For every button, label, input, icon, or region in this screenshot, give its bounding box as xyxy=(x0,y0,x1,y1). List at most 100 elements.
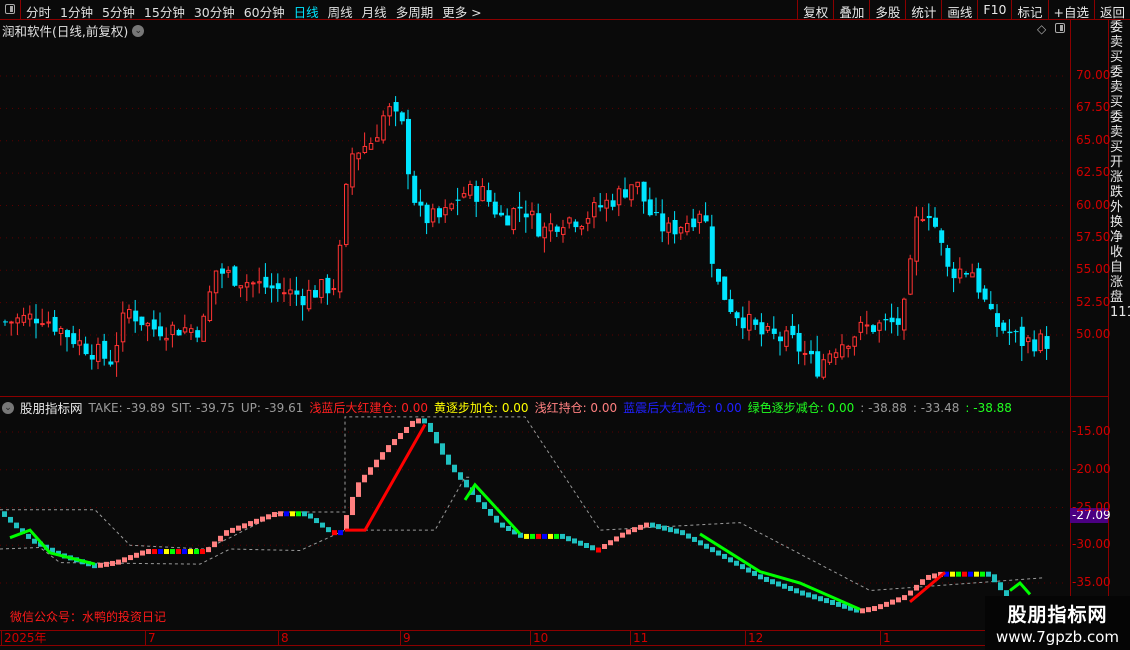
indicator-block xyxy=(494,515,499,523)
time-axis-label: 11 xyxy=(630,631,648,645)
candle-body xyxy=(964,273,969,275)
candle-body xyxy=(753,319,759,325)
indicator-block xyxy=(602,543,607,549)
candle-body xyxy=(40,323,45,326)
indicator-block xyxy=(164,549,169,555)
candle-body xyxy=(46,321,51,324)
indicator-block xyxy=(710,547,715,553)
candle-body xyxy=(412,175,418,203)
candle-body xyxy=(337,244,343,293)
indicator-tick-label: -20.00 xyxy=(1072,461,1111,476)
indicator-block xyxy=(200,549,205,555)
candle-body xyxy=(269,285,275,289)
candle-body xyxy=(9,321,14,324)
indicator-block xyxy=(548,533,553,539)
candle-body xyxy=(455,199,461,201)
candle-body xyxy=(257,281,262,284)
candle-body xyxy=(914,216,919,262)
indicator-block xyxy=(806,592,811,598)
indicator-block xyxy=(878,604,883,610)
candle-body xyxy=(821,359,826,378)
indicator-block xyxy=(764,576,769,582)
candle-body xyxy=(3,321,8,323)
candle-body xyxy=(796,332,802,352)
indicator-field: : -33.48 xyxy=(912,400,960,415)
indicator-block xyxy=(98,562,103,568)
candle-body xyxy=(77,340,82,346)
indicator-block xyxy=(440,443,445,455)
candle-body xyxy=(604,199,609,209)
indicator-block xyxy=(104,561,109,567)
time-axis-label: 8 xyxy=(278,631,289,645)
candle-body xyxy=(815,351,821,377)
candle-body xyxy=(275,283,281,289)
candle-body xyxy=(114,345,120,363)
indicator-block xyxy=(422,418,427,424)
candle-body xyxy=(505,215,511,226)
price-tick-label: 52.50 xyxy=(1076,294,1111,309)
indicator-field: 黄逐步加仓: 0.00 xyxy=(433,401,529,415)
candle-body xyxy=(139,316,145,326)
candle-body xyxy=(71,333,77,345)
time-axis: 2025年 7 8 9 10 11 12 1 xyxy=(0,630,1108,646)
indicator-block xyxy=(932,573,937,579)
indicator-block xyxy=(386,445,391,453)
indicator-block xyxy=(686,533,691,539)
indicator-block xyxy=(626,529,631,535)
candle-body xyxy=(716,268,721,282)
candle-body xyxy=(902,298,907,331)
indicator-block xyxy=(956,571,961,577)
indicator-block xyxy=(644,522,649,528)
price-tick-label: 70.00 xyxy=(1076,68,1111,82)
chevron-down-icon[interactable]: ⌄ xyxy=(2,401,14,414)
candle-body xyxy=(486,190,492,202)
candle-body xyxy=(728,299,734,313)
indicator-block xyxy=(344,515,349,531)
indicator-block xyxy=(776,581,781,587)
candle-body xyxy=(449,203,454,210)
indicator-block xyxy=(620,532,625,538)
candle-body xyxy=(282,292,287,295)
candle-body xyxy=(232,266,238,286)
price-and-indicator-chart[interactable] xyxy=(0,0,1108,630)
indicator-field: TAKE: -39.89 xyxy=(88,400,166,415)
panel-divider xyxy=(0,396,1108,397)
indicator-block xyxy=(740,564,745,570)
candle-body xyxy=(120,312,126,343)
indicator-block xyxy=(566,536,571,542)
indicator-block xyxy=(530,533,535,539)
indicator-block xyxy=(362,474,367,483)
indicator-block xyxy=(578,540,583,546)
indicator-block xyxy=(218,535,223,542)
indicator-block xyxy=(836,601,841,607)
candle-body xyxy=(1001,322,1007,331)
candle-body xyxy=(511,208,516,231)
candle-body xyxy=(399,112,405,122)
indicator-block xyxy=(638,524,643,530)
indicator-block xyxy=(206,547,211,553)
indicator-block xyxy=(182,549,187,555)
candle-body xyxy=(573,221,579,228)
candle-body xyxy=(623,189,628,198)
indicator-block xyxy=(962,571,967,577)
indicator-block xyxy=(950,571,955,577)
candle-body xyxy=(443,207,448,216)
indicator-field: SIT: -39.75 xyxy=(171,400,235,415)
indicator-block xyxy=(920,579,925,585)
indicator-block xyxy=(584,542,589,548)
candle-body xyxy=(108,361,114,365)
indicator-block xyxy=(614,536,619,542)
candle-body xyxy=(616,188,622,206)
indicator-block xyxy=(302,511,307,517)
time-axis-label: 7 xyxy=(145,631,156,645)
candle-body xyxy=(995,313,1000,327)
indicator-block xyxy=(734,560,739,566)
band-upper-line xyxy=(0,416,1046,592)
candle-body xyxy=(697,213,702,224)
candle-body xyxy=(957,268,963,279)
candle-body xyxy=(406,118,411,175)
indicator-block xyxy=(608,540,613,546)
indicator-block xyxy=(800,590,805,596)
candle-body xyxy=(672,219,678,235)
indicator-block xyxy=(410,420,415,427)
